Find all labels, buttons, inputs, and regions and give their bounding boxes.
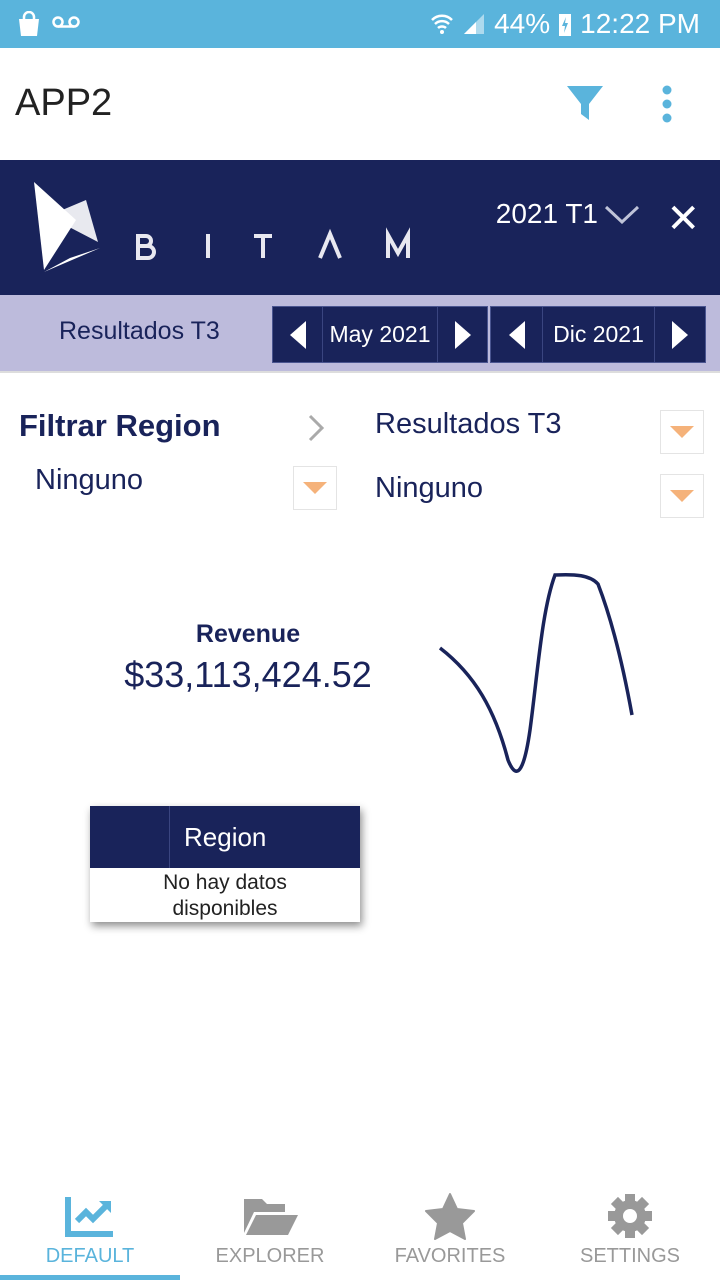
start-date: May 2021: [323, 307, 438, 362]
results-value-dropdown[interactable]: [660, 474, 704, 518]
app-title: APP2: [15, 82, 113, 124]
tab-label: SETTINGS: [579, 1245, 680, 1267]
signal-icon: [464, 14, 485, 34]
end-date-nav: Dic 2021: [490, 306, 706, 363]
chevron-down-icon: [604, 205, 640, 224]
tab-settings[interactable]: SETTINGS: [540, 1180, 720, 1280]
caret-right-icon: [672, 320, 688, 349]
close-icon[interactable]: ✕: [666, 196, 700, 242]
kpi-label: Revenue: [195, 620, 301, 648]
period-selector[interactable]: 2021 T1: [496, 198, 640, 230]
region-table: Region No hay datos disponibles: [90, 806, 360, 922]
tab-favorites[interactable]: FAVORITES: [360, 1180, 540, 1280]
column-header-region[interactable]: Region: [170, 806, 360, 868]
caret-left-icon: [289, 320, 306, 349]
wifi-icon: [431, 14, 453, 34]
voicemail-icon: [52, 16, 80, 28]
caret-right-icon: [454, 320, 471, 349]
end-date: Dic 2021: [543, 307, 655, 362]
filter-region-value: Ninguno: [35, 464, 144, 496]
chevron-right-icon[interactable]: [307, 414, 325, 442]
status-bar: 44% 12:22 PM: [0, 0, 720, 48]
period-value: 2021 T1: [495, 198, 598, 229]
kpi-value: $33,113,424.52: [124, 654, 372, 695]
folder-open-icon: [244, 1199, 298, 1235]
dashboard-banner: 2021 T1 ✕: [0, 160, 720, 295]
filter-icon[interactable]: [566, 84, 604, 122]
battery-percent: 44%: [494, 8, 551, 39]
dropdown-arrow-icon: [670, 490, 694, 502]
tab-label: FAVORITES: [394, 1245, 506, 1267]
shopping-bag-icon: [19, 11, 39, 36]
results-dropdown[interactable]: [660, 410, 704, 454]
revenue-sparkline: [438, 572, 634, 773]
prev-end-button[interactable]: [491, 307, 543, 362]
tab-default[interactable]: DEFAULT: [0, 1180, 180, 1280]
range-label: Resultados T3: [59, 317, 220, 345]
dropdown-arrow-icon: [670, 426, 694, 438]
results-filter-title: Resultados T3: [375, 408, 562, 440]
start-date-nav: May 2021: [272, 306, 488, 363]
bitam-logo: [34, 182, 410, 272]
next-start-button[interactable]: [438, 307, 487, 362]
region-dropdown[interactable]: [293, 466, 337, 510]
dropdown-arrow-icon: [303, 482, 327, 494]
caret-left-icon: [508, 320, 525, 349]
range-bar: Resultados T3 May 2021 Dic 2021: [0, 295, 720, 373]
tab-label: EXPLORER: [215, 1245, 325, 1267]
tab-explorer[interactable]: EXPLORER: [180, 1180, 360, 1280]
app-bar: APP2: [0, 48, 720, 160]
filter-region-title: Filtrar Region: [19, 408, 221, 443]
prev-start-button[interactable]: [273, 307, 323, 362]
tab-label: DEFAULT: [45, 1245, 135, 1267]
clock: 12:22 PM: [580, 8, 700, 39]
chart-icon: [65, 1197, 113, 1237]
sparkline-path: [438, 572, 634, 773]
bottom-nav: DEFAULT EXPLORER FAVORITES SETTINGS: [0, 1180, 720, 1280]
more-vert-icon[interactable]: [660, 84, 674, 124]
results-filter-value: Ninguno: [375, 472, 484, 504]
next-end-button[interactable]: [655, 307, 705, 362]
empty-message: No hay datos disponibles: [163, 871, 287, 920]
gear-icon: [608, 1194, 652, 1238]
star-icon: [425, 1193, 475, 1240]
battery-charging-icon: [559, 14, 572, 36]
